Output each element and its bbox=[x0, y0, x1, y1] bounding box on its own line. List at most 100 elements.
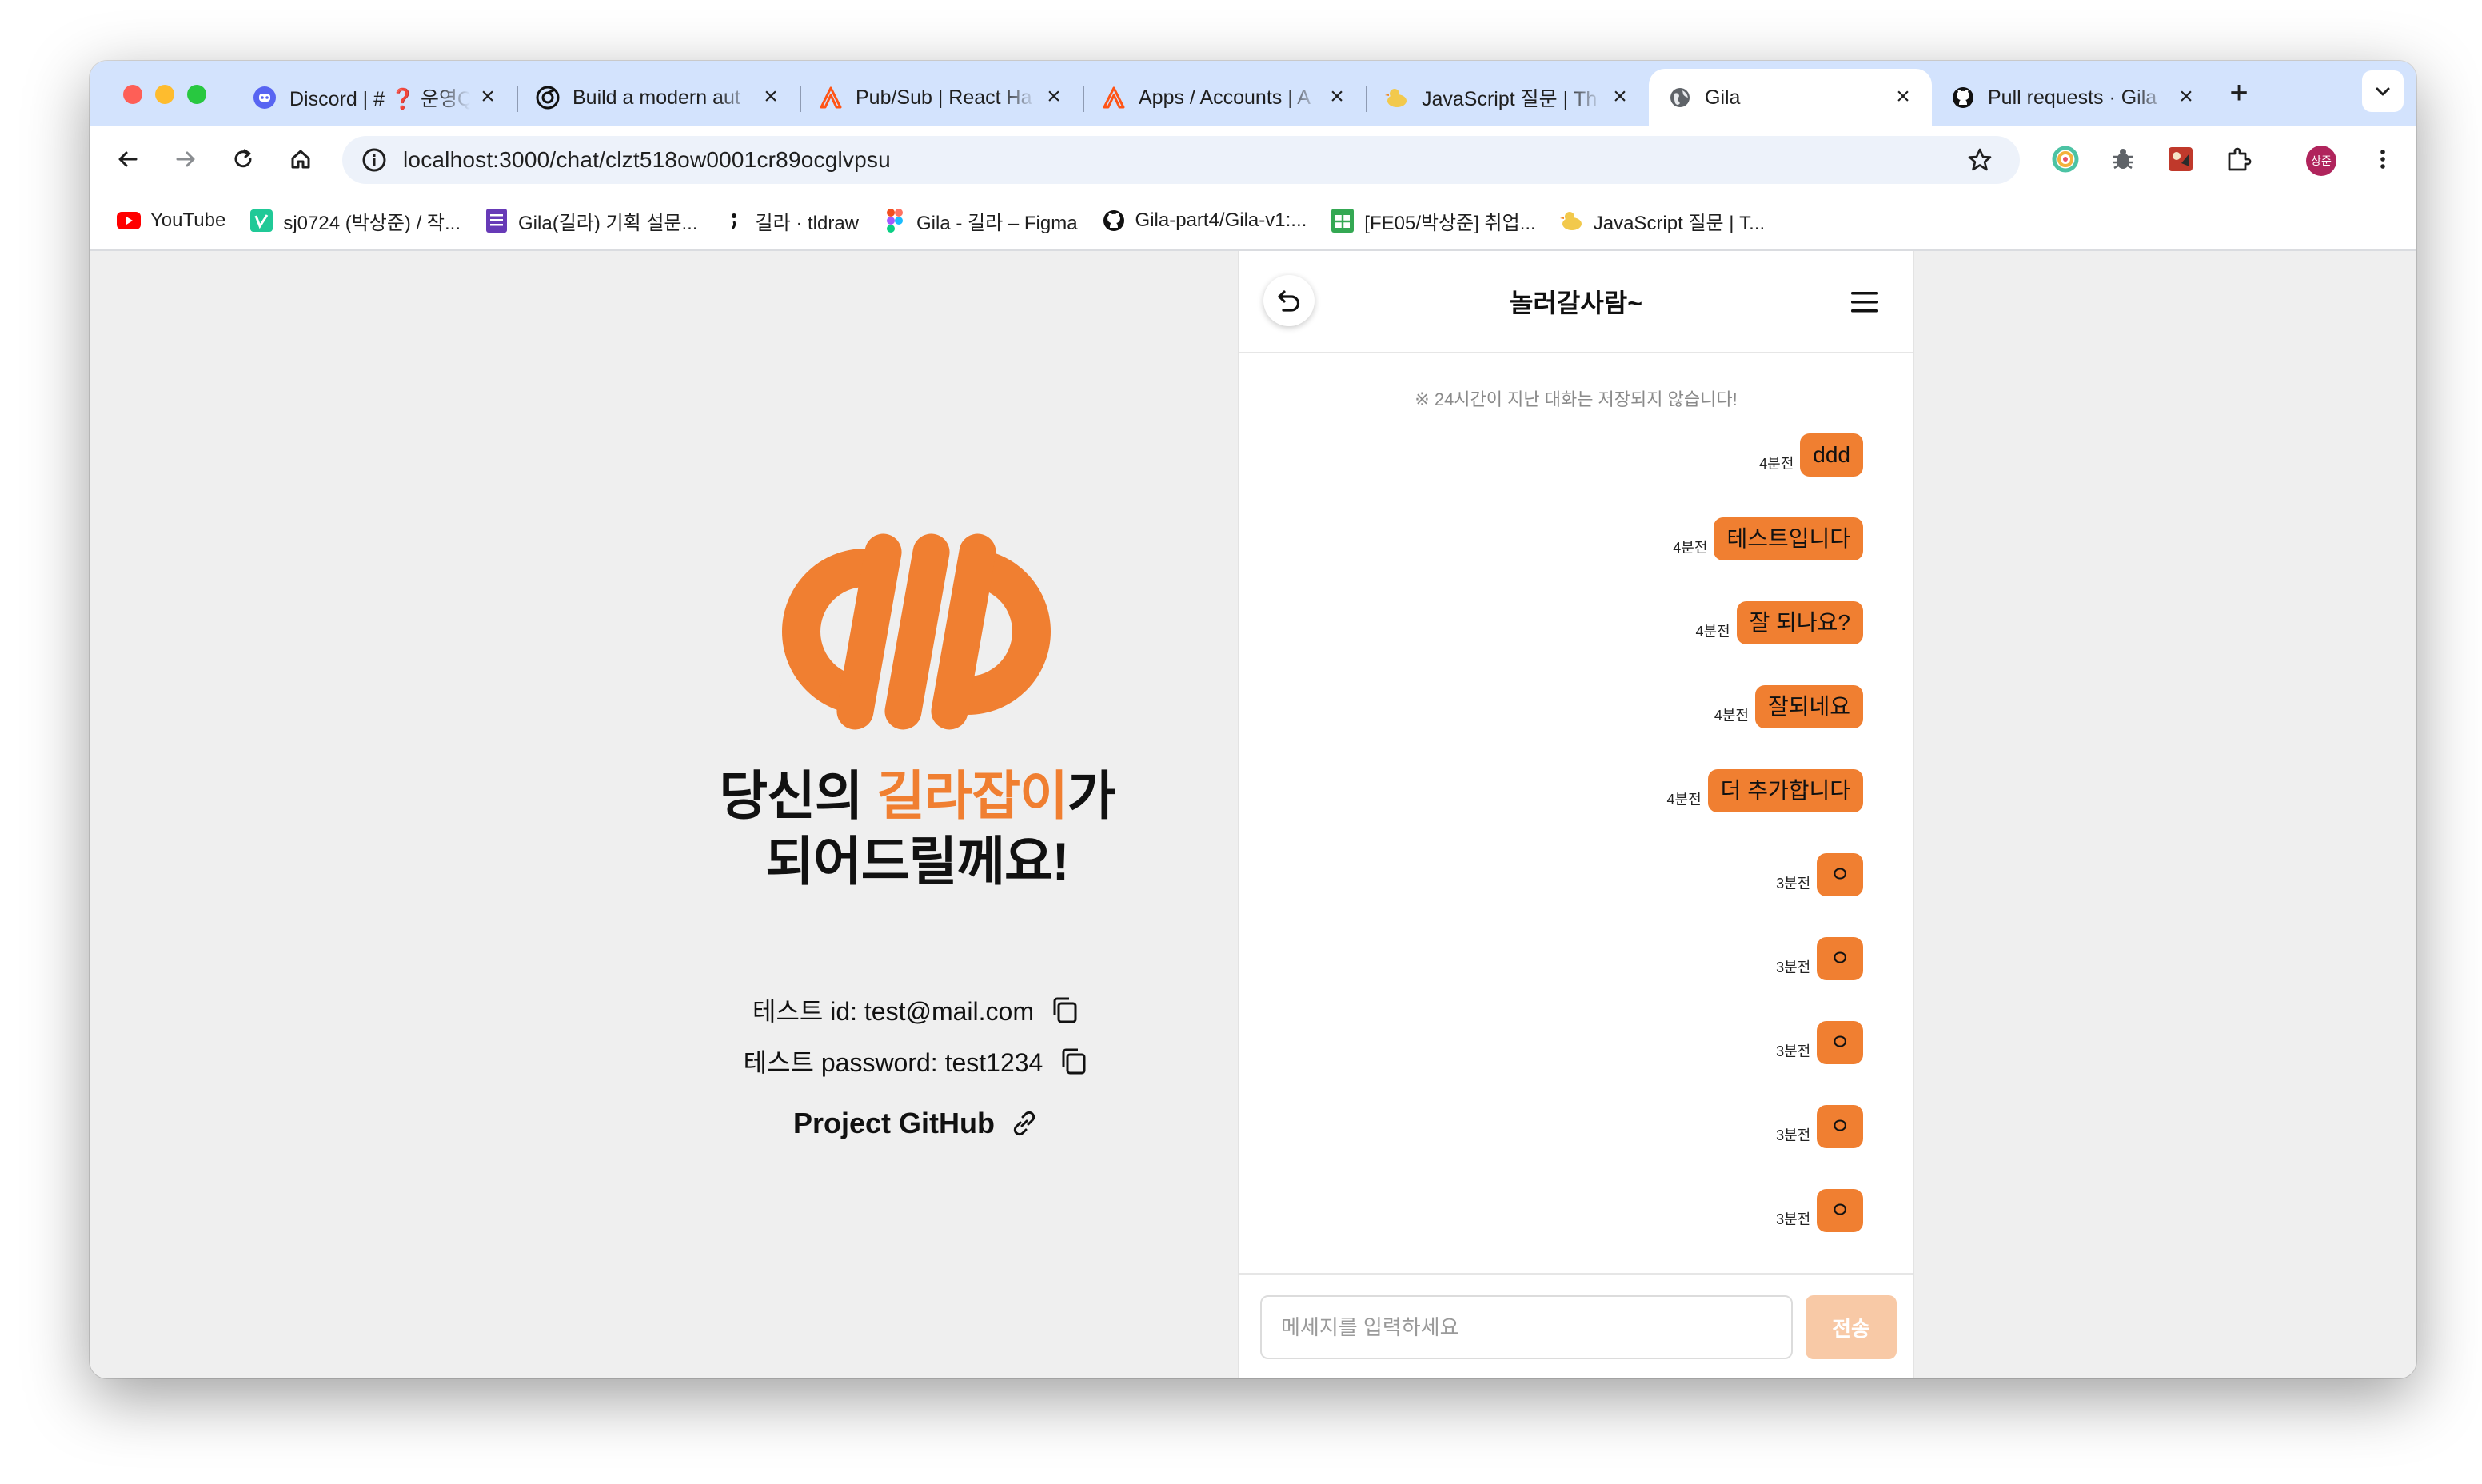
close-icon[interactable]: × bbox=[2175, 85, 2197, 109]
bookmark-label: JavaScript 질문 | T... bbox=[1593, 212, 1766, 234]
message-time: 4분전 bbox=[1759, 456, 1794, 472]
headline-pre: 당신의 bbox=[719, 766, 876, 825]
tab-pubsub[interactable]: Pub/Sub | React Ha × bbox=[800, 72, 1083, 123]
minimize-window-button[interactable] bbox=[155, 85, 174, 104]
bookmark-label: Gila(길라) 기획 설문... bbox=[518, 212, 698, 234]
chat-message: 3분전 ㅇ bbox=[1776, 1105, 1863, 1148]
close-icon[interactable]: × bbox=[477, 85, 499, 109]
message-bubble: ㅇ bbox=[1817, 1105, 1863, 1148]
bookmark-label: YouTube bbox=[150, 209, 226, 231]
close-window-button[interactable] bbox=[123, 85, 142, 104]
bookmark-label: sj0724 (박상준) / 작... bbox=[283, 212, 461, 234]
arrow-left-icon bbox=[118, 151, 138, 167]
message-bubble: ㅇ bbox=[1817, 853, 1863, 896]
message-time: 3분전 bbox=[1776, 959, 1811, 975]
bookmark-tldraw[interactable]: 길라 · tldraw bbox=[712, 203, 869, 238]
url-text[interactable]: localhost:3000/chat/clzt518ow0001cr89ocg… bbox=[403, 147, 891, 173]
new-tab-button[interactable]: + bbox=[2221, 77, 2257, 112]
tab-title: Build a modern aut bbox=[573, 86, 740, 109]
globe-icon bbox=[1668, 86, 1692, 110]
send-button[interactable]: 전송 bbox=[1806, 1295, 1897, 1359]
headline-line-1: 당신의 길라잡이가 bbox=[697, 763, 1137, 828]
tab-title: Pub/Sub | React Ha bbox=[856, 86, 1032, 109]
chat-message: 4분전 더 추가합니다 bbox=[1667, 769, 1863, 812]
bookmark-star-icon[interactable] bbox=[1964, 144, 1996, 176]
message-time: 4분전 bbox=[1666, 792, 1702, 808]
site-info-icon[interactable] bbox=[360, 146, 389, 174]
tab-title: JavaScript 질문 | Th bbox=[1422, 88, 1598, 110]
maximize-window-button[interactable] bbox=[187, 85, 206, 104]
close-icon[interactable]: × bbox=[760, 85, 782, 109]
close-icon[interactable]: × bbox=[1043, 85, 1065, 109]
duck-icon bbox=[1385, 86, 1409, 110]
headline-accent: 길라잡이 bbox=[876, 766, 1068, 825]
bookmark-sheets[interactable]: [FE05/박상준] 취업... bbox=[1321, 203, 1545, 238]
extension-game-icon[interactable] bbox=[2164, 142, 2197, 176]
project-github-link[interactable]: Project GitHub bbox=[697, 1107, 1137, 1140]
tab-discord[interactable]: Discord | # ❓ 운영Q × bbox=[233, 72, 517, 123]
bookmark-javascript-question[interactable]: JavaScript 질문 | T... bbox=[1550, 203, 1774, 238]
tab-pull-requests[interactable]: Pull requests · Gila × bbox=[1932, 72, 2215, 123]
github-icon bbox=[1951, 86, 1975, 110]
chat-message: 4분전 테스트입니다 bbox=[1673, 517, 1863, 560]
test-id-text: 테스트 id: test@mail.com bbox=[752, 997, 1034, 1026]
chat-message: 3분전 ㅇ bbox=[1776, 937, 1863, 980]
hamburger-menu-icon bbox=[1851, 292, 1878, 313]
close-icon[interactable]: × bbox=[1326, 85, 1348, 109]
tab-title: Gila bbox=[1705, 86, 1741, 109]
velog-icon bbox=[249, 209, 273, 233]
message-time: 3분전 bbox=[1776, 1127, 1811, 1143]
address-bar[interactable]: localhost:3000/chat/clzt518ow0001cr89ocg… bbox=[342, 136, 2020, 184]
extension-bug-icon[interactable] bbox=[2106, 142, 2140, 176]
chat-header: 놀러갈사람~ bbox=[1239, 251, 1913, 353]
message-time: 4분전 bbox=[1695, 624, 1730, 640]
extensions-puzzle-icon[interactable] bbox=[2221, 142, 2255, 176]
bookmark-google-form[interactable]: Gila(길라) 기획 설문... bbox=[475, 203, 707, 238]
extension-color-icon[interactable] bbox=[2049, 142, 2082, 176]
tab-apps-accounts[interactable]: Apps / Accounts | A × bbox=[1083, 72, 1366, 123]
chat-message: 3분전 ㅇ bbox=[1776, 853, 1863, 896]
bookmark-youtube[interactable]: YouTube bbox=[107, 203, 235, 238]
message-bubble: ㅇ bbox=[1817, 1189, 1863, 1232]
form-icon bbox=[485, 209, 509, 233]
tab-search-button[interactable] bbox=[2362, 70, 2404, 112]
chat-message: 4분전 잘되네요 bbox=[1714, 685, 1863, 728]
reload-button[interactable] bbox=[224, 140, 262, 178]
copy-password-button[interactable] bbox=[1057, 1044, 1091, 1078]
browser-menu-button[interactable] bbox=[2364, 140, 2402, 178]
test-password-text: 테스트 password: test1234 bbox=[743, 1048, 1043, 1077]
headline-line-2: 되어드릴께요! bbox=[765, 832, 1069, 891]
bookmark-figma[interactable]: Gila - 길라 – Figma bbox=[873, 203, 1087, 238]
chat-message: 4분전 잘 되나요? bbox=[1695, 601, 1863, 644]
message-input[interactable] bbox=[1260, 1295, 1793, 1359]
message-bubble: 잘 되나요? bbox=[1736, 601, 1863, 644]
arrow-right-icon bbox=[176, 151, 195, 167]
discord-icon bbox=[253, 86, 277, 110]
profile-avatar[interactable]: 상준 bbox=[2306, 146, 2336, 176]
back-button[interactable] bbox=[109, 140, 147, 178]
message-time: 3분전 bbox=[1776, 1211, 1811, 1227]
forward-button[interactable] bbox=[166, 140, 205, 178]
copy-id-button[interactable] bbox=[1048, 993, 1082, 1027]
test-id-row: 테스트 id: test@mail.com bbox=[697, 991, 1137, 1028]
ably-icon bbox=[819, 86, 843, 110]
home-button[interactable] bbox=[281, 140, 320, 178]
tab-gila[interactable]: Gila × bbox=[1649, 69, 1932, 126]
chevron-down-icon bbox=[2376, 87, 2390, 96]
window-controls bbox=[123, 85, 206, 104]
close-icon[interactable]: × bbox=[1609, 85, 1631, 109]
tab-build-auth[interactable]: Build a modern aut × bbox=[517, 72, 800, 123]
chat-message: 3분전 ㅇ bbox=[1776, 1189, 1863, 1232]
chat-menu-button[interactable] bbox=[1849, 286, 1881, 318]
close-icon[interactable]: × bbox=[1892, 85, 1914, 109]
browser-toolbar: localhost:3000/chat/clzt518ow0001cr89ocg… bbox=[90, 126, 2416, 192]
youtube-icon bbox=[117, 209, 141, 233]
chat-room-title: 놀러갈사람~ bbox=[1510, 289, 1642, 317]
bookmark-velog[interactable]: sj0724 (박상준) / 작... bbox=[240, 203, 470, 238]
tab-title: Pull requests · Gila bbox=[1988, 86, 2157, 109]
bookmark-label: Gila - 길라 – Figma bbox=[916, 212, 1078, 234]
bookmark-github-repo[interactable]: Gila-part4/Gila-v1:... bbox=[1092, 203, 1317, 238]
tldraw-icon bbox=[722, 209, 746, 233]
chat-message: 4분전 ddd bbox=[1759, 433, 1863, 477]
tab-javascript-question[interactable]: JavaScript 질문 | Th × bbox=[1366, 72, 1649, 123]
